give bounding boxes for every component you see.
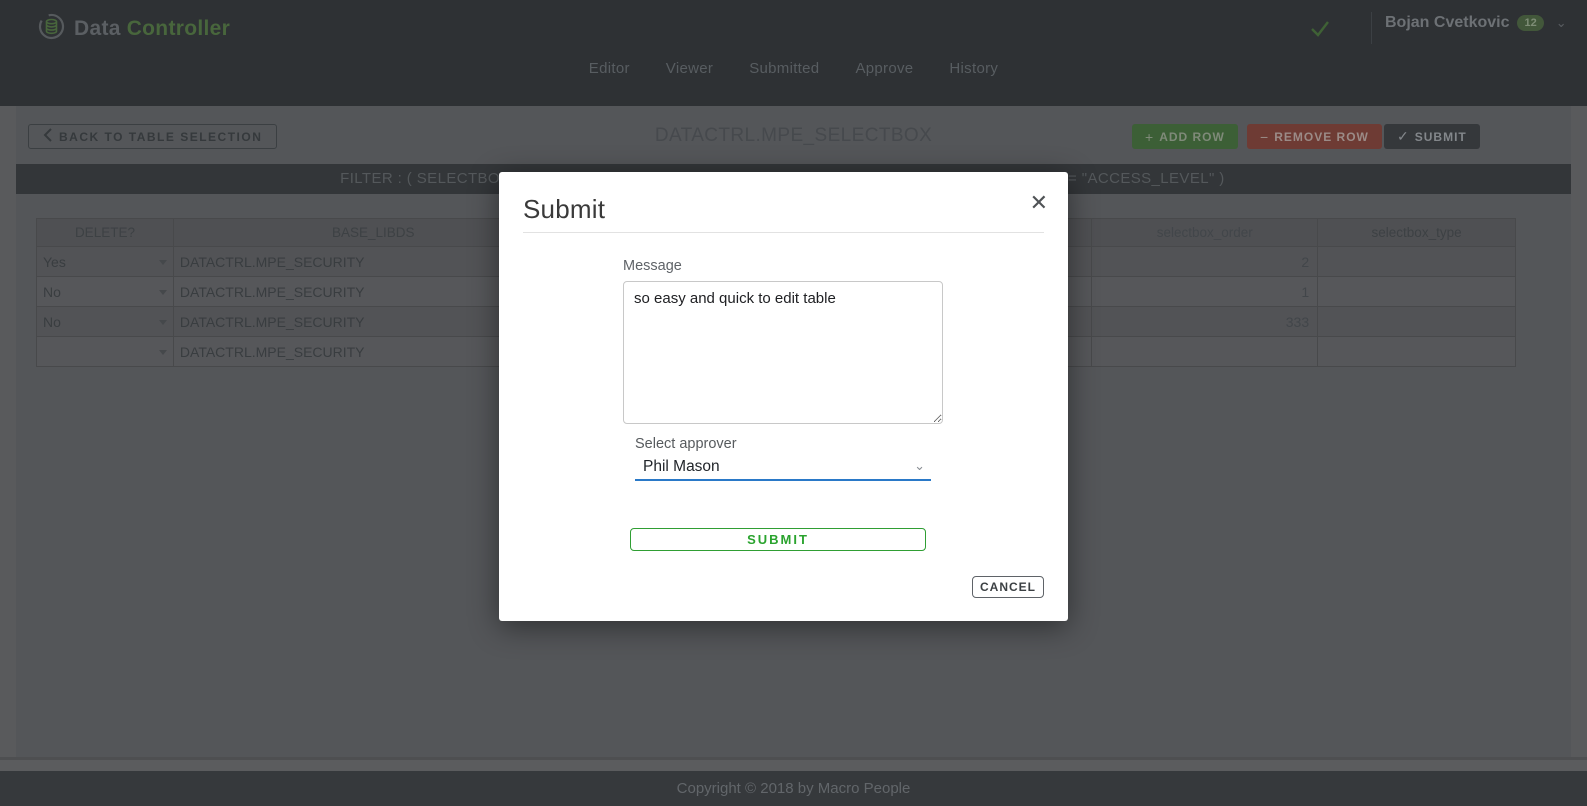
- delete-cell[interactable]: No: [37, 277, 174, 307]
- tab-history[interactable]: History: [949, 60, 998, 77]
- filter-text-left: FILTER : ( SELECTBO: [16, 170, 500, 187]
- chevron-down-icon: ⌄: [914, 458, 925, 474]
- cell-value: No: [43, 314, 61, 330]
- cell-value: Yes: [43, 254, 66, 270]
- main-nav: Editor Viewer Submitted Approve History: [0, 60, 1587, 77]
- message-textarea[interactable]: so easy and quick to edit table: [623, 281, 943, 424]
- logo-word-data: Data: [74, 17, 121, 40]
- toolbar-submit-label: SUBMIT: [1415, 130, 1467, 144]
- modal-title: Submit: [523, 194, 605, 225]
- selectbox-order-cell[interactable]: [1092, 337, 1318, 367]
- dropdown-caret-icon: [159, 320, 167, 325]
- app-logo[interactable]: Data Controller: [38, 13, 230, 45]
- tab-editor[interactable]: Editor: [589, 60, 630, 77]
- selectbox-type-cell[interactable]: [1318, 277, 1516, 307]
- column-header-selectbox-order: selectbox_order: [1092, 219, 1318, 247]
- minus-icon: −: [1260, 129, 1269, 145]
- selectbox-type-cell[interactable]: [1318, 307, 1516, 337]
- submit-modal: Submit ✕ Message so easy and quick to ed…: [499, 172, 1068, 621]
- approver-selected-value: Phil Mason: [635, 458, 720, 476]
- status-check-icon: [1308, 16, 1332, 45]
- filter-text-right: = "ACCESS_LEVEL" ): [1068, 170, 1225, 187]
- delete-cell[interactable]: [37, 337, 174, 367]
- chevron-down-icon: ⌄: [1556, 15, 1567, 31]
- toolbar-submit-button[interactable]: ✓ SUBMIT: [1384, 124, 1480, 149]
- user-menu[interactable]: Bojan Cvetkovic 12 ⌄: [1385, 14, 1567, 32]
- tab-submitted[interactable]: Submitted: [749, 60, 819, 77]
- user-badge: 12: [1517, 15, 1543, 31]
- database-logo-icon: [38, 13, 65, 45]
- add-row-button[interactable]: + ADD ROW: [1132, 124, 1238, 149]
- copyright-text: Copyright © 2018 by Macro People: [677, 780, 911, 797]
- dropdown-caret-icon: [159, 350, 167, 355]
- modal-cancel-button[interactable]: CANCEL: [972, 576, 1044, 598]
- message-label: Message: [623, 258, 682, 274]
- delete-cell[interactable]: No: [37, 307, 174, 337]
- selectbox-type-cell[interactable]: [1318, 337, 1516, 367]
- delete-cell[interactable]: Yes: [37, 247, 174, 277]
- selectbox-type-cell[interactable]: [1318, 247, 1516, 277]
- dropdown-caret-icon: [159, 260, 167, 265]
- app-footer: Copyright © 2018 by Macro People: [0, 771, 1587, 806]
- header-divider: [1371, 12, 1372, 44]
- selectbox-order-cell[interactable]: 2: [1092, 247, 1318, 277]
- selectbox-order-cell[interactable]: 1: [1092, 277, 1318, 307]
- column-header-selectbox-type: selectbox_type: [1318, 219, 1516, 247]
- logo-text: Data Controller: [74, 17, 230, 41]
- tab-viewer[interactable]: Viewer: [666, 60, 713, 77]
- add-row-label: ADD ROW: [1159, 130, 1225, 144]
- remove-row-label: REMOVE ROW: [1274, 130, 1369, 144]
- check-icon: ✓: [1397, 128, 1410, 145]
- approver-select[interactable]: Phil Mason ⌄: [635, 455, 931, 481]
- close-icon[interactable]: ✕: [1030, 192, 1048, 214]
- approver-label: Select approver: [635, 436, 737, 452]
- cell-value: No: [43, 284, 61, 300]
- plus-icon: +: [1145, 129, 1154, 145]
- tab-approve[interactable]: Approve: [855, 60, 913, 77]
- user-name: Bojan Cvetkovic: [1385, 14, 1509, 32]
- modal-title-divider: [523, 232, 1044, 233]
- modal-submit-button[interactable]: SUBMIT: [630, 528, 926, 551]
- selectbox-order-cell[interactable]: 333: [1092, 307, 1318, 337]
- remove-row-button[interactable]: − REMOVE ROW: [1247, 124, 1382, 149]
- column-header-delete: DELETE?: [37, 219, 174, 247]
- app-header: Data Controller Bojan Cvetkovic 12 ⌄ Edit…: [0, 0, 1587, 106]
- footer-strip: [0, 760, 1587, 771]
- logo-word-controller: Controller: [127, 17, 230, 40]
- dropdown-caret-icon: [159, 290, 167, 295]
